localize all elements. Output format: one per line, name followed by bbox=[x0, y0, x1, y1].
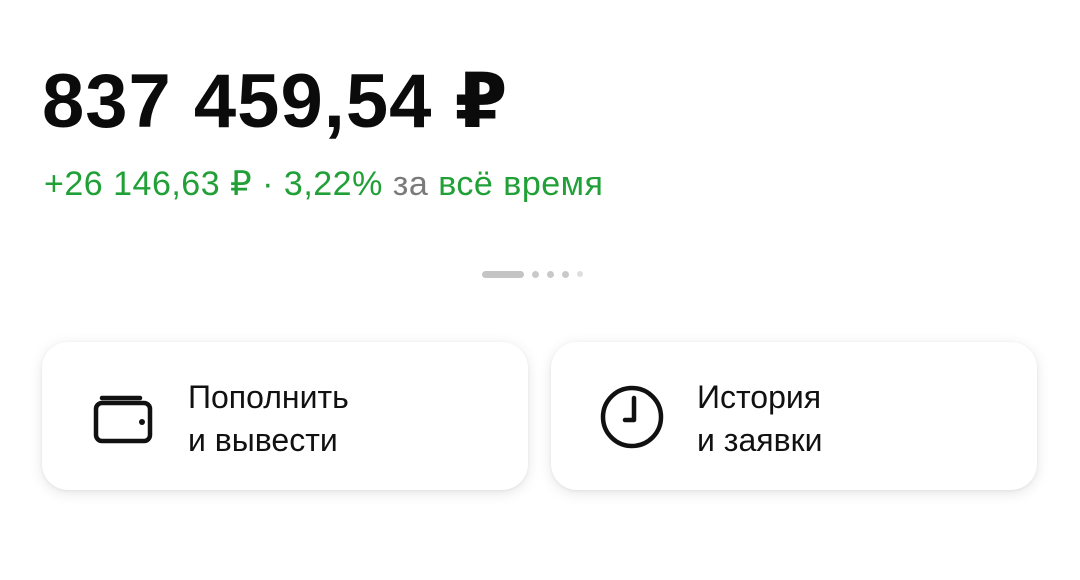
top-up-withdraw-label: Пополнить и вывести bbox=[188, 376, 349, 462]
period-selector[interactable]: всё время bbox=[438, 165, 603, 203]
profit-percent: 3,22% bbox=[283, 165, 383, 203]
profit-value: +26 146,63 ₽ bbox=[44, 165, 253, 203]
period-prefix: за bbox=[392, 165, 429, 203]
history-requests-button[interactable]: История и заявки bbox=[551, 342, 1037, 490]
top-up-withdraw-label-line2: и вывести bbox=[188, 422, 338, 458]
portfolio-summary-screen: 837 459,54 ₽ +26 146,63 ₽ · 3,22% за всё… bbox=[0, 0, 1080, 580]
total-balance: 837 459,54 ₽ bbox=[42, 59, 509, 144]
profit-separator: · bbox=[252, 165, 284, 203]
page-indicator-dot bbox=[547, 270, 554, 278]
profit-summary: +26 146,63 ₽ · 3,22% за всё время bbox=[44, 162, 603, 206]
history-requests-label-line1: История bbox=[697, 379, 822, 415]
page-indicator-dot bbox=[562, 270, 569, 278]
clock-icon bbox=[599, 384, 665, 450]
top-up-withdraw-label-line1: Пополнить bbox=[188, 379, 349, 415]
page-indicator-dot bbox=[577, 271, 583, 277]
history-requests-label: История и заявки bbox=[697, 376, 822, 462]
page-indicator[interactable] bbox=[482, 270, 583, 278]
page-indicator-dot bbox=[532, 270, 539, 278]
page-indicator-active bbox=[482, 270, 524, 278]
wallet-icon bbox=[90, 384, 156, 450]
history-requests-label-line2: и заявки bbox=[697, 422, 823, 458]
top-up-withdraw-button[interactable]: Пополнить и вывести bbox=[42, 342, 528, 490]
